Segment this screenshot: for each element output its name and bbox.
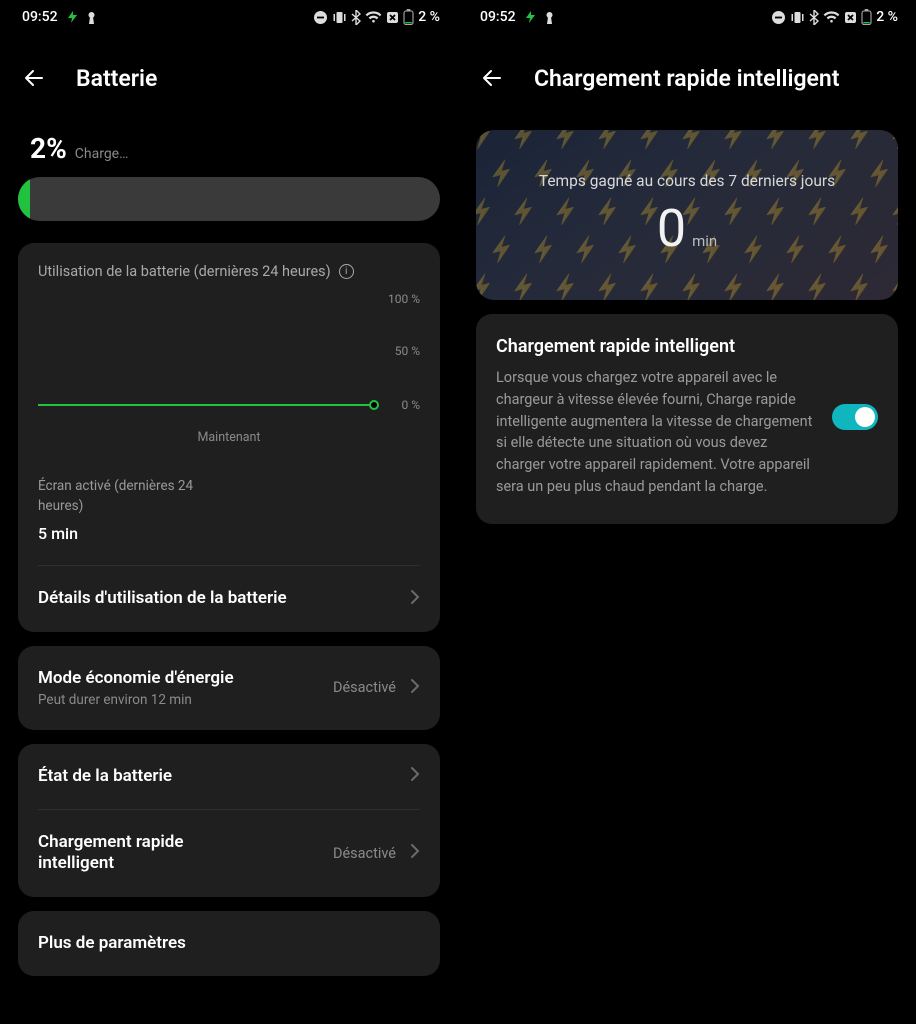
wifi-icon <box>365 11 382 24</box>
chevron-right-icon <box>410 678 420 698</box>
no-sim-icon <box>844 11 857 24</box>
toggle-title: Chargement rapide intelligent <box>496 336 814 357</box>
screen-smart-charging: 09:52 2 % Chargement rapide intelligent … <box>458 0 916 1024</box>
wifi-icon <box>823 11 840 24</box>
more-settings-row[interactable]: Plus de paramètres <box>18 911 440 976</box>
info-icon[interactable]: i <box>339 264 354 279</box>
chart-label-100: 100 % <box>388 292 420 306</box>
row-title: Chargement rapide intelligent <box>38 832 258 875</box>
battery-percentage: 2% <box>30 132 67 165</box>
no-sim-icon <box>386 11 399 24</box>
smart-charging-toggle-card: Chargement rapide intelligent Lorsque vo… <box>476 314 898 524</box>
power-saving-row[interactable]: Mode économie d'énergie Peut durer envir… <box>18 646 440 730</box>
status-battery-pct: 2 % <box>876 9 898 25</box>
row-subtitle: Peut durer environ 12 min <box>38 692 234 708</box>
switch-knob <box>855 407 875 427</box>
usage-title: Utilisation de la batterie (dernières 24… <box>38 263 331 280</box>
usage-title-row: Utilisation de la batterie (dernières 24… <box>38 263 420 280</box>
battery-percentage-row: 2% Charge… <box>18 116 440 171</box>
vibrate-icon <box>332 10 347 25</box>
toggle-description: Lorsque vous chargez votre appareil avec… <box>496 367 814 498</box>
smart-charging-toggle[interactable] <box>832 404 878 430</box>
page-title: Chargement rapide intelligent <box>534 65 839 92</box>
screen-on-value: 5 min <box>38 522 420 545</box>
keyhole-icon <box>87 11 96 24</box>
time-saved-label: Temps gagné au cours des 7 derniers jour… <box>539 172 835 190</box>
time-saved-value: 0 <box>657 198 686 259</box>
chart-line <box>38 404 372 406</box>
battery-icon <box>403 9 414 25</box>
vibrate-icon <box>790 10 805 25</box>
usage-card: Utilisation de la batterie (dernières 24… <box>18 243 440 632</box>
row-title: Plus de paramètres <box>38 933 186 954</box>
dnd-icon <box>771 10 786 25</box>
row-title: État de la batterie <box>38 766 172 787</box>
back-button[interactable] <box>20 64 48 92</box>
chart-label-0: 0 % <box>401 398 420 412</box>
status-bar: 09:52 2 % <box>458 0 916 34</box>
status-time: 09:52 <box>22 9 58 25</box>
page-title: Batterie <box>76 65 157 92</box>
time-saved-unit: min <box>692 232 717 250</box>
row-status: Désactivé <box>333 845 396 862</box>
keyhole-icon <box>545 11 554 24</box>
status-battery-pct: 2 % <box>418 9 440 25</box>
status-time: 09:52 <box>480 9 516 25</box>
dnd-icon <box>313 10 328 25</box>
chevron-right-icon <box>410 589 420 609</box>
screen-on-label: Écran activé (dernières 24 heures) <box>38 477 218 516</box>
usage-chart[interactable]: 100 % 50 % 0 % <box>38 294 420 424</box>
row-title: Détails d'utilisation de la batterie <box>38 588 287 609</box>
chart-now-label: Maintenant <box>38 430 420 445</box>
back-button[interactable] <box>478 64 506 92</box>
header: Batterie <box>0 34 458 116</box>
battery-icon <box>861 9 872 25</box>
chart-now-dot <box>369 400 379 410</box>
battery-state: Charge… <box>75 146 129 162</box>
battery-level-fill <box>18 177 30 221</box>
row-status: Désactivé <box>333 679 396 696</box>
chart-label-50: 50 % <box>395 344 420 358</box>
row-title: Mode économie d'énergie <box>38 668 234 689</box>
chevron-right-icon <box>410 843 420 863</box>
battery-level-bar <box>18 177 440 221</box>
smart-charging-row[interactable]: Chargement rapide intelligent Désactivé <box>18 810 440 897</box>
screen-battery: 09:52 2 % Batterie 2% Charge… <box>0 0 458 1024</box>
battery-usage-details-row[interactable]: Détails d'utilisation de la batterie <box>18 566 440 631</box>
charging-icon <box>68 11 77 23</box>
status-bar: 09:52 2 % <box>0 0 458 34</box>
chevron-right-icon <box>410 766 420 786</box>
charging-icon <box>526 11 535 23</box>
bluetooth-icon <box>351 10 361 25</box>
time-saved-card: ⚡⚡⚡⚡⚡⚡⚡⚡⚡⚡⚡⚡⚡⚡⚡⚡⚡⚡⚡⚡⚡⚡⚡⚡⚡⚡⚡⚡⚡⚡⚡⚡⚡⚡⚡⚡⚡⚡⚡⚡… <box>476 130 898 300</box>
battery-health-row[interactable]: État de la batterie <box>18 744 440 809</box>
bluetooth-icon <box>809 10 819 25</box>
header: Chargement rapide intelligent <box>458 34 916 116</box>
